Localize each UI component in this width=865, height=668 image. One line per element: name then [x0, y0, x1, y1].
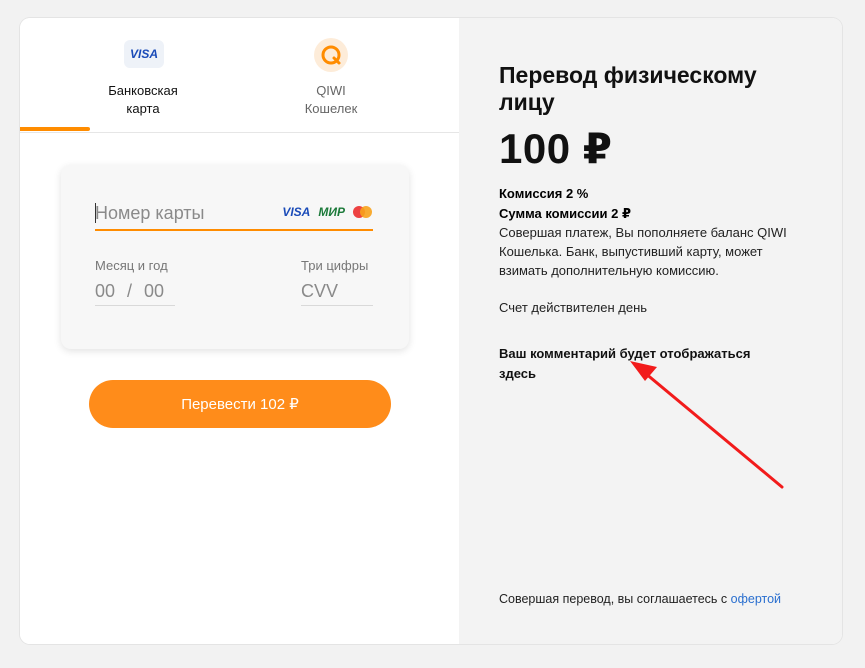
card-number-field: VISA МИР: [95, 197, 373, 231]
payment-window: VISA Банковская карта QIWI Кошелек Номер…: [20, 18, 842, 644]
text-caret: [95, 203, 96, 223]
card-number-input[interactable]: [95, 201, 265, 225]
tab-qiwi-wallet-label: QIWI Кошелек: [304, 83, 358, 116]
tab-qiwi-wallet[interactable]: QIWI Кошелек: [276, 18, 386, 132]
expiry-year: 00: [144, 280, 165, 301]
tab-bank-card-label: Банковская карта: [108, 83, 178, 116]
payment-method-pane: VISA Банковская карта QIWI Кошелек Номер…: [20, 18, 459, 644]
offer-agreement-text: Совершая перевод, вы соглашаетесь с офер…: [499, 592, 781, 606]
payment-tabs: VISA Банковская карта QIWI Кошелек: [20, 18, 459, 133]
transfer-button[interactable]: Перевести 102 ₽: [89, 380, 391, 428]
transfer-amount: 100 ₽: [499, 125, 613, 172]
visa-card-icon: VISA: [124, 40, 164, 68]
commission-rate: Комиссия 2 %: [499, 186, 589, 201]
expiry-month: 00: [95, 280, 116, 301]
qiwi-logo-icon: [314, 38, 348, 72]
comment-text: Ваш комментарий будет отображаться здесь: [499, 346, 751, 381]
expiry-label: Месяц и год: [95, 258, 168, 273]
commission-sum: Сумма комиссии 2 ₽: [499, 206, 632, 221]
cvv-input[interactable]: [301, 277, 373, 306]
cvv-label: Три цифры: [301, 258, 369, 273]
expiry-separator: /: [127, 280, 133, 301]
payment-info-text: Совершая платеж, Вы пополняете баланс QI…: [499, 225, 787, 278]
invoice-validity: Счет действителен день: [499, 300, 648, 315]
mir-icon: МИР: [318, 205, 345, 219]
card-form: VISA МИР Месяц и год Три цифры 00 / 00: [61, 165, 409, 349]
expiry-input[interactable]: 00 / 00: [95, 277, 175, 306]
card-brand-icons: VISA МИР: [282, 205, 373, 219]
offer-agreement-prefix: Совершая перевод, вы соглашаетесь с: [499, 592, 731, 606]
mastercard-icon: [353, 206, 373, 218]
tab-bank-card[interactable]: VISA Банковская карта: [88, 18, 198, 132]
offer-link[interactable]: офертой: [731, 592, 781, 606]
visa-icon: VISA: [282, 205, 311, 219]
transfer-summary-pane: Перевод физическому лицу 100 ₽ Комиссия …: [459, 18, 842, 644]
active-tab-indicator: [20, 127, 90, 131]
transfer-title: Перевод физическому лицу: [499, 62, 757, 115]
